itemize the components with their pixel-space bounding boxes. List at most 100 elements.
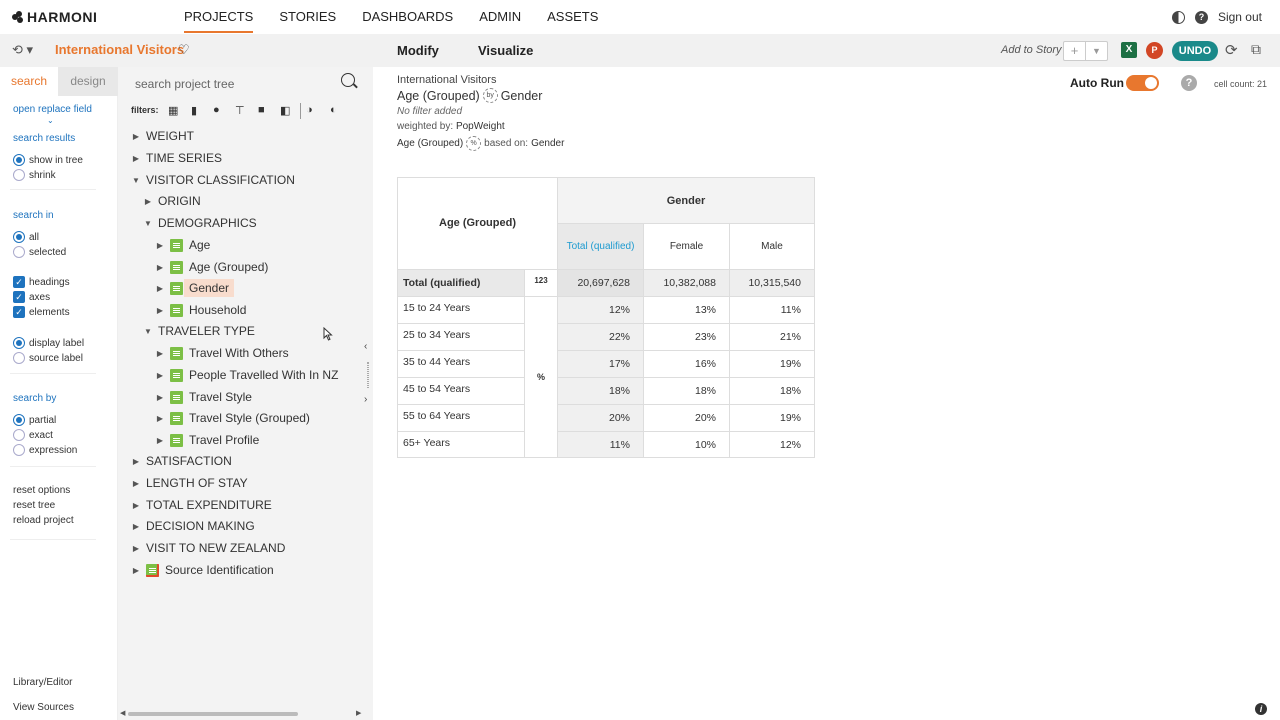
elements-checkbox[interactable]: ✓ [13,306,25,318]
help-icon[interactable]: ? [1194,10,1208,24]
caret-down-icon[interactable]: ▼ [131,176,141,185]
caret-right-icon[interactable]: ▶ [155,263,165,272]
hierarchy-filter-icon[interactable]: ⊤ [235,104,245,117]
caret-down-icon[interactable]: ▼ [143,327,153,336]
by-swap-icon[interactable]: by [482,88,498,103]
nav-assets[interactable]: ASSETS [547,0,598,34]
caret-right-icon[interactable]: ▶ [131,544,141,553]
expression-radio[interactable] [13,444,25,456]
location-filter-icon[interactable]: ● [213,104,220,116]
tree-node-travel-profile[interactable]: ▶ Travel Profile [155,430,259,450]
tree-node-demographics[interactable]: ▼ DEMOGRAPHICS [143,213,257,233]
tree-node-visitor-classification[interactable]: ▼ VISITOR CLASSIFICATION [131,170,295,190]
tree-node-decision-making[interactable]: ▶ DECISION MAKING [131,516,255,536]
display-label-radio[interactable] [13,337,25,349]
open-replace-field-link[interactable]: open replace field [13,104,92,115]
tree-node-travel-with-others[interactable]: ▶ Travel With Others [155,343,289,363]
grid-filter-icon[interactable]: ▦ [168,104,178,117]
tree-node-origin[interactable]: ▶ ORIGIN [143,191,201,211]
visualize-tab[interactable]: Visualize [478,43,533,58]
shrink-radio[interactable] [13,169,25,181]
tag-filter-icon[interactable]: ◧ [280,104,290,117]
folder-filter-icon[interactable]: ■ [258,104,265,116]
tree-node-household[interactable]: ▶ Household [155,300,246,320]
modify-tab[interactable]: Modify [397,43,439,58]
caret-down-icon[interactable]: ▼ [143,219,153,228]
caret-right-icon[interactable]: ▶ [155,241,165,250]
excel-export-icon[interactable]: X [1121,42,1137,58]
row-label[interactable]: 55 to 64 Years [397,405,525,432]
reset-options-link[interactable]: reset options [13,485,70,496]
column-total-qualified[interactable]: Total (qualified) [558,224,644,270]
source-label-radio[interactable] [13,352,25,364]
tree-node-satisfaction[interactable]: ▶ SATISFACTION [131,451,232,471]
caret-right-icon[interactable]: ▶ [155,306,165,315]
row-label[interactable]: 65+ Years [397,432,525,458]
auto-run-toggle[interactable] [1126,75,1159,91]
history-icon[interactable]: ⟲ ▾ [12,42,33,58]
scroll-right-icon[interactable]: ▶ [356,709,361,717]
tree-node-age[interactable]: ▶ Age [155,235,210,255]
row-label[interactable]: 35 to 44 Years [397,351,525,378]
nav-projects[interactable]: PROJECTS [184,0,254,34]
undo-button[interactable]: UNDO [1172,41,1218,61]
axes-checkbox[interactable]: ✓ [13,291,25,303]
tree-node-total-expenditure[interactable]: ▶ TOTAL EXPENDITURE [131,495,272,515]
show-in-tree-radio[interactable] [13,154,25,166]
based-on-variable[interactable]: Gender [531,138,564,149]
toggle-filter-icon[interactable]: ◑ [306,104,313,116]
tree-search-input[interactable]: search project tree [130,73,360,95]
total-row-label[interactable]: Total (qualified) [397,270,525,297]
plus-icon[interactable]: + [1064,42,1085,60]
chevron-down-icon[interactable]: ⌄ [47,116,54,125]
project-title[interactable]: International Visitors [55,42,184,57]
scroll-left-icon[interactable]: ◀ [120,709,125,717]
caret-right-icon[interactable]: ▶ [131,457,141,466]
selected-radio[interactable] [13,246,25,258]
percent-row-variable[interactable]: Age (Grouped) [397,138,463,149]
caret-right-icon[interactable]: ▶ [155,371,165,380]
caret-right-icon[interactable]: ▶ [155,393,165,402]
column-variable[interactable]: Gender [501,89,543,103]
caret-right-icon[interactable]: ▶ [131,501,141,510]
caret-right-icon[interactable]: ▶ [131,522,141,531]
column-male[interactable]: Male [730,224,815,270]
expand-right-icon[interactable]: › [364,394,367,405]
tree-node-visit-to-nz[interactable]: ▶ VISIT TO NEW ZEALAND [131,538,285,558]
partial-radio[interactable] [13,414,25,426]
tree-node-age-grouped[interactable]: ▶ Age (Grouped) [155,257,268,277]
search-icon[interactable] [341,73,355,87]
all-radio[interactable] [13,231,25,243]
tree-node-weight[interactable]: ▶ WEIGHT [131,126,194,146]
library-editor-link[interactable]: Library/Editor [13,677,72,688]
tab-design[interactable]: design [58,67,118,96]
reset-tree-link[interactable]: reset tree [13,500,55,511]
view-sources-link[interactable]: View Sources [13,702,74,713]
chevron-down-icon[interactable]: ▼ [1085,42,1107,60]
row-variable[interactable]: Age (Grouped) [397,89,480,103]
add-to-story-button[interactable]: + ▼ [1063,41,1108,61]
refresh-icon[interactable]: ⟳ [1225,41,1238,59]
theme-toggle-icon[interactable] [1171,10,1185,24]
caret-right-icon[interactable]: ▶ [131,479,141,488]
row-label[interactable]: 15 to 24 Years [397,297,525,324]
row-header[interactable]: Age (Grouped) [397,177,558,270]
caret-right-icon[interactable]: ▶ [155,436,165,445]
row-label[interactable]: 45 to 54 Years [397,378,525,405]
logo[interactable]: HARMONI [12,9,97,25]
caret-right-icon[interactable]: ▶ [131,132,141,141]
caret-right-icon[interactable]: ▶ [155,349,165,358]
caret-right-icon[interactable]: ▶ [155,414,165,423]
collapse-left-icon[interactable]: ‹ [364,341,367,352]
contrast-filter-icon[interactable]: ◐ [330,104,337,116]
tree-node-traveler-type[interactable]: ▼ TRAVELER TYPE [143,321,255,341]
scrollbar-thumb[interactable] [128,712,298,716]
info-icon[interactable]: i [1255,703,1267,715]
ruler-filter-icon[interactable]: ▮ [191,104,197,117]
reload-project-link[interactable]: reload project [13,515,74,526]
column-header[interactable]: Gender [558,177,815,224]
powerpoint-export-icon[interactable]: P [1146,42,1163,59]
headings-checkbox[interactable]: ✓ [13,276,25,288]
nav-dashboards[interactable]: DASHBOARDS [362,0,453,34]
share-icon[interactable]: ⧉ [1251,41,1261,58]
